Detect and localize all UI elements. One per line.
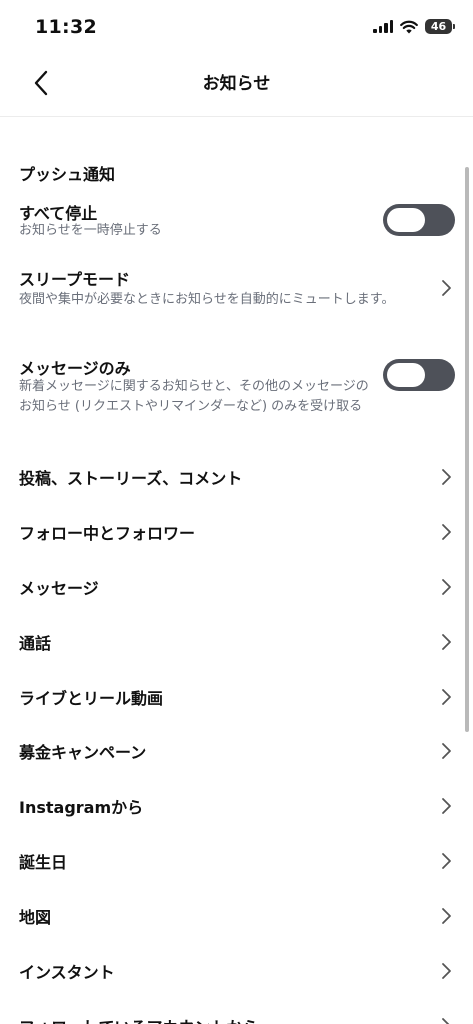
chevron-right-icon [442,634,451,650]
toggle-knob [387,363,425,387]
chevron-right-icon [442,963,451,979]
messages-only-toggle[interactable] [383,359,455,391]
chevron-right-icon [442,524,451,540]
battery-icon: 46 [425,19,455,34]
chevron-right-icon [442,798,451,814]
menu-item-label: 募金キャンペーン [19,743,147,762]
menu-item-following-followers[interactable]: フォロー中とフォロワー [0,506,473,556]
menu-item-instants[interactable]: インスタント [0,945,473,995]
status-bar: 11:32 46 [0,0,473,56]
setting-sleep-mode[interactable]: スリープモード 夜間や集中が必要なときにお知らせを自動的にミュートします。 [0,266,473,332]
chevron-right-icon [442,908,451,924]
menu-item-posts-stories-comments[interactable]: 投稿、ストーリーズ、コメント [0,451,473,501]
menu-item-label: フォローしているアカウントから [19,1014,259,1024]
status-icons: 46 [373,19,455,34]
menu-item-map[interactable]: 地図 [0,890,473,940]
menu-item-messages[interactable]: メッセージ [0,561,473,611]
menu-item-from-instagram[interactable]: Instagramから [0,780,473,830]
scrollbar[interactable] [465,167,469,732]
menu-item-label: 誕生日 [19,853,68,872]
menu-item-from-accounts-you-follow[interactable]: フォローしているアカウントから [0,1000,473,1024]
setting-messages-only-description: 新着メッセージに関するお知らせと、その他のメッセージのお知らせ (リクエストやリ… [19,379,369,414]
setting-messages-only: メッセージのみ 新着メッセージに関するお知らせと、その他のメッセージのお知らせ … [0,355,473,435]
chevron-right-icon [442,689,451,705]
setting-pause-all: すべて停止 お知らせを一時停止する [0,197,473,243]
status-time: 11:32 [35,16,97,38]
menu-item-label: フォロー中とフォロワー [19,524,196,543]
menu-item-fundraisers[interactable]: 募金キャンペーン [0,725,473,775]
menu-item-label: Instagramから [19,798,144,817]
setting-sleep-mode-description: 夜間や集中が必要なときにお知らせを自動的にミュートします。 [19,292,395,307]
page-title: お知らせ [202,74,271,94]
setting-sleep-mode-title: スリープモード [19,270,131,289]
menu-item-label: 通話 [19,634,52,653]
chevron-right-icon [442,280,451,296]
menu-item-label: 投稿、ストーリーズ、コメント [19,469,243,488]
toggle-knob [387,208,425,232]
menu-item-label: メッセージ [19,579,99,598]
chevron-right-icon [442,579,451,595]
pause-all-toggle[interactable] [383,204,455,236]
menu-item-birthdays[interactable]: 誕生日 [0,835,473,885]
chevron-right-icon [442,1018,450,1024]
setting-pause-all-description: お知らせを一時停止する [19,223,162,238]
chevron-right-icon [442,743,451,759]
menu-item-label: 地図 [19,908,52,927]
cellular-signal-icon [373,20,393,33]
wifi-icon [400,20,418,33]
menu-item-label: インスタント [19,963,115,982]
menu-item-calls[interactable]: 通話 [0,616,473,666]
menu-item-label: ライブとリール動画 [19,689,164,708]
navigation-header: お知らせ [0,56,473,117]
setting-messages-only-title: メッセージのみ [19,359,131,378]
menu-item-live-reels[interactable]: ライブとリール動画 [0,671,473,721]
chevron-right-icon [442,853,451,869]
settings-list: プッシュ通知 すべて停止 お知らせを一時停止する スリープモード 夜間や集中が必… [0,117,473,1024]
section-title-push: プッシュ通知 [19,165,116,184]
chevron-right-icon [442,469,451,485]
